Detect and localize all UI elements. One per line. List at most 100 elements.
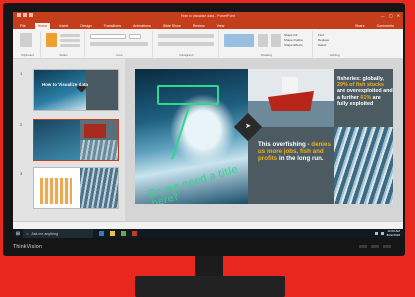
replace-button[interactable]: Replace [318,38,329,42]
message-text-pre: This overfishing - [258,141,312,148]
annotation-line [171,106,190,160]
boat-cabin [282,77,298,93]
slide-canvas[interactable]: Do we need a title here? fisheries: glob… [135,69,393,204]
redo-icon[interactable] [29,13,33,17]
stats-panel[interactable]: fisheries: globally, 29% of fish stocks … [334,69,393,127]
align-buttons[interactable] [158,42,214,46]
boat-shape [84,124,106,138]
stats-highlight: 29% of fish stocks [337,82,385,89]
wave-image [34,70,86,110]
find-button[interactable]: Find [318,33,324,37]
group-label: Editing [330,53,340,57]
close-button[interactable]: ✕ [397,13,400,18]
save-icon[interactable] [17,13,21,17]
group-label: Paragraph [179,53,194,57]
slide-editor: Do we need a title here? fisheries: glob… [125,59,403,229]
network-icon[interactable] [374,232,378,235]
message-text-post: in the long run. [277,155,324,162]
thumbnail-number: 2 [20,122,23,127]
search-input[interactable]: Ask me anything [31,232,58,236]
undo-icon[interactable] [23,13,27,17]
group-label: Clipboard [21,53,34,57]
window-controls: — ▢ ✕ [381,13,400,18]
annotation-box [157,85,219,105]
group-editing: Find Replace Select Editing [315,31,355,57]
ribbon-tabs: File Home Insert Design Transitions Anim… [13,20,403,29]
monitor-stand-base [135,276,285,297]
title-bar: How to visualize data - PowerPoint — ▢ ✕ [13,12,403,20]
taskbar-icons [99,231,137,236]
arrange-button[interactable] [258,34,268,47]
paste-button[interactable] [20,33,32,47]
list-buttons[interactable] [158,34,214,38]
group-slides: Slides [43,31,85,57]
thumbnail-number: 1 [20,71,23,76]
wave-image: Do we need a title here? [135,69,248,204]
group-label: Font [116,53,123,57]
group-drawing: Shape Fill Shape Outline Shape Effects D… [221,31,313,57]
layout-button[interactable] [60,34,80,37]
stats-text-pre: fisheries: globally, [337,76,384,82]
status-bar [13,221,125,229]
monitor-brand-logo: ThinkVision [13,244,43,250]
windows-icon[interactable]: ⊞ [13,229,23,238]
clock-date: 8/22/2018 [386,232,400,237]
shape-fill-button[interactable]: Shape Fill [284,33,297,37]
quick-styles-button[interactable] [271,34,281,47]
ribbon: Clipboard Slides Font Paragraph Shape Fi… [13,29,403,59]
thumbnail-number: 3 [20,171,23,176]
bar-chart-image [40,178,72,204]
monitor-button[interactable] [359,245,367,248]
notes-bar[interactable] [125,221,403,229]
reset-button[interactable] [60,39,80,42]
thumbnail-panel [86,70,118,110]
annotation-text: Do we need a title here? [147,164,239,204]
slide-thumbnail-3[interactable] [33,167,119,209]
font-format-buttons[interactable] [90,42,148,46]
fish-image [80,140,118,160]
search-box[interactable]: ○ Ask me anything [23,229,93,238]
group-label: Slides [59,53,68,57]
monitor-bezel: How to visualize data - PowerPoint — ▢ ✕… [3,3,405,256]
shapes-gallery[interactable] [224,34,254,47]
monitor-buttons [359,245,391,248]
group-paragraph: Paragraph [155,31,219,57]
thumbnail-pane[interactable]: 1 How to Visualize data 2 3 [13,59,125,229]
taskbar: ⊞ ○ Ask me anything 10:00 AM 8/22/2018 [13,229,403,238]
maximize-button[interactable]: ▢ [389,13,393,18]
new-slide-button[interactable] [46,33,57,47]
select-button[interactable]: Select [318,43,326,47]
boat-hull [268,91,314,111]
system-tray: 10:00 AM 8/22/2018 [374,229,403,237]
fish-image [334,127,393,204]
font-size-select[interactable] [129,34,141,39]
store-icon[interactable] [121,231,126,236]
group-font: Font [87,31,153,57]
powerpoint-icon[interactable] [132,231,137,236]
font-name-select[interactable] [90,34,126,39]
message-panel[interactable]: This overfishing - denies us more jobs, … [248,127,334,204]
thumbnail-title: How to Visualize data [42,82,88,87]
stats-highlight-2: 61% [360,94,372,101]
boat-image [248,69,334,127]
clock[interactable]: 10:00 AM 8/22/2018 [386,229,400,237]
slide-thumbnail-1[interactable]: How to Visualize data [33,69,119,111]
monitor-button[interactable] [371,245,379,248]
section-button[interactable] [60,44,80,47]
group-clipboard: Clipboard [15,31,41,57]
edge-icon[interactable] [99,231,104,236]
monitor-button[interactable] [383,245,391,248]
thumbnail-panel [34,168,80,208]
minimize-button[interactable]: — [381,13,385,18]
shape-effects-button[interactable]: Shape Effects [284,43,303,47]
message-text: This overfishing - denies us more jobs, … [258,141,332,162]
group-label: Drawing [260,53,272,57]
shape-outline-button[interactable]: Shape Outline [284,38,303,42]
quick-access-toolbar [17,13,33,17]
slide-thumbnail-2[interactable] [33,119,119,161]
microphone-icon: ○ [26,231,29,236]
stats-text: fisheries: globally, 29% of fish stocks … [337,76,393,107]
folder-icon[interactable] [110,231,115,236]
monitor-stand-neck [195,256,223,278]
volume-icon[interactable] [380,232,384,235]
